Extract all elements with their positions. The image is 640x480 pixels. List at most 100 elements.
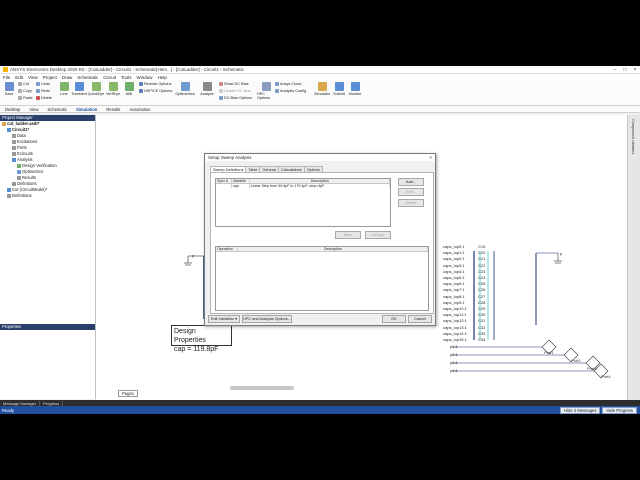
dc-bias-options-button[interactable]: DC Bias Options <box>219 96 252 100</box>
tab-simulation[interactable]: Simulation <box>76 107 97 112</box>
part-label[interactable]: caps_lop11:1 <box>443 312 467 317</box>
hpc-icon <box>261 82 271 91</box>
save-button[interactable]: Save <box>2 82 16 96</box>
simulator-icon <box>317 82 327 91</box>
folder-icon <box>12 145 16 150</box>
part-label[interactable]: caps_lop4:1 <box>443 269 465 274</box>
remote-options-button[interactable]: Remote Options <box>139 82 171 86</box>
part-label[interactable]: caps_lop8:1 <box>443 294 465 299</box>
verifeye-button[interactable]: VerifEye <box>106 82 120 96</box>
menu-circuit[interactable]: Circuit <box>103 75 116 80</box>
part-label[interactable]: caps_lop12:1 <box>443 318 467 323</box>
tab-schematic[interactable]: Schematic <box>47 107 67 112</box>
delete-button[interactable]: Delete <box>36 96 52 100</box>
port-net-label[interactable]: p3:1 <box>450 360 458 365</box>
copy-button[interactable]: Copy <box>18 89 32 93</box>
menu-file[interactable]: File <box>3 75 10 80</box>
components-sidebar[interactable]: Component Libraries <box>627 115 640 400</box>
close-icon[interactable]: × <box>630 67 640 73</box>
hspice-options-button[interactable]: HSPICE Options <box>139 89 172 93</box>
redo-button[interactable]: Redo <box>36 89 50 93</box>
status-bar: Ready Hide 4 Messages Hide Progress <box>0 406 640 414</box>
part-label[interactable]: caps_lop10:1 <box>443 306 467 311</box>
hpc-options-button[interactable]: HPC and Analysis Options... <box>242 315 292 323</box>
paste-button[interactable]: Paste <box>18 96 33 100</box>
part-label[interactable]: caps_lop6:1 <box>443 281 465 286</box>
horizontal-scrollbar[interactable] <box>230 386 294 390</box>
part-label[interactable]: caps_lop9:1 <box>443 300 465 305</box>
part-label[interactable]: caps_lop7:1 <box>443 287 465 292</box>
hspice-icon <box>139 89 143 93</box>
options-icon <box>219 96 223 100</box>
tab-automation[interactable]: Automation <box>129 107 150 112</box>
quickeye-button[interactable]: QuickEye <box>88 82 104 96</box>
table-row[interactable]: cap Linear Step from 59.6pF to 179.4pF, … <box>216 184 390 188</box>
part-label[interactable]: caps_lop15:1 <box>443 337 467 342</box>
port-net-label[interactable]: p1:1 <box>450 344 458 349</box>
part-label[interactable]: caps_lop14:1 <box>443 331 467 336</box>
capacitor-label: C31 <box>478 318 486 324</box>
edit-button[interactable]: Edit... <box>398 188 424 196</box>
menu-tools[interactable]: Tools <box>121 75 132 80</box>
unsync-button[interactable]: UnSync <box>365 231 391 239</box>
add-button[interactable]: Add... <box>398 178 424 186</box>
analysis-config-button[interactable]: Analysis Config <box>275 89 306 93</box>
tab-progress[interactable]: Progress <box>40 400 64 406</box>
port-net-label[interactable]: p4:1 <box>450 368 458 373</box>
simulator-button[interactable]: Simulator <box>314 82 330 96</box>
sweep-analysis-dialog: Setup Sweep Analysis × Sweep Definitions… <box>204 153 436 326</box>
sync-button[interactable]: Sync <box>335 231 361 239</box>
show-dc-bias-button[interactable]: Show DC Bias <box>219 82 248 86</box>
part-label[interactable]: caps_lop13:1 <box>443 325 467 330</box>
part-label[interactable]: caps_lop5:1 <box>443 275 465 280</box>
minimize-icon[interactable]: – <box>610 67 620 73</box>
ami-button[interactable]: AMI <box>122 82 136 96</box>
line-button[interactable]: Line <box>57 82 71 96</box>
optimetrics-button[interactable]: Optimetrics <box>175 82 195 96</box>
part-label[interactable]: caps_lop2:1 <box>443 256 465 261</box>
analyze-button[interactable]: Analyze <box>200 82 214 96</box>
submit-button[interactable]: Submit <box>332 82 346 96</box>
tab-results[interactable]: Results <box>106 107 120 112</box>
ok-button[interactable]: OK <box>382 315 406 323</box>
title-bar: ANSYS Electronics Desktop 2020 R2 - [Cut… <box>0 66 640 74</box>
transient-button[interactable]: Transient <box>71 82 87 96</box>
properties-title: Properties <box>0 324 95 330</box>
monitor-icon <box>350 82 360 91</box>
menu-window[interactable]: Window <box>137 75 153 80</box>
edit-variables-button[interactable]: Edit Variables ▾ <box>208 315 240 323</box>
maximize-icon[interactable]: □ <box>620 67 630 73</box>
menu-project[interactable]: Project <box>43 75 57 80</box>
cut-button[interactable]: Cut <box>18 82 29 86</box>
copy-icon <box>18 89 22 93</box>
undo-button[interactable]: Undo <box>36 82 50 86</box>
menu-help[interactable]: Help <box>158 75 167 80</box>
monitor-button[interactable]: Monitor <box>348 82 362 96</box>
ansys-cloud-select[interactable]: Ansys Cloud <box>275 82 301 86</box>
part-label[interactable]: caps_lop3:1 <box>443 263 465 268</box>
menu-view[interactable]: View <box>28 75 38 80</box>
menu-draw[interactable]: Draw <box>62 75 73 80</box>
page-tab[interactable]: Page1 <box>118 390 139 397</box>
capacitor-label: C22 <box>478 262 486 268</box>
part-label[interactable]: caps_lop0:1 <box>443 244 465 249</box>
update-dc-bias-button[interactable]: Update DC Bias <box>219 89 251 93</box>
operations-table: Operation Description <box>215 246 429 311</box>
tree-item-definitions-2[interactable]: Definitions <box>0 193 95 199</box>
status-text: Ready <box>2 407 15 413</box>
cancel-button[interactable]: Cancel <box>408 315 432 323</box>
menu-schematic[interactable]: Schematic <box>77 75 98 80</box>
tab-view[interactable]: View <box>29 107 38 112</box>
hpc-options-button[interactable]: HPC Options <box>257 82 275 100</box>
status-area: Message Manager Progress Ready Hide 4 Me… <box>0 400 640 414</box>
capacitor-label: C25 <box>478 281 486 287</box>
hide-progress-button[interactable]: Hide Progress <box>602 406 637 414</box>
delete-button[interactable]: Delete <box>398 199 424 207</box>
close-icon[interactable]: × <box>429 154 432 161</box>
tab-desktop[interactable]: Desktop <box>5 107 20 112</box>
tab-message-manager[interactable]: Message Manager <box>0 400 41 406</box>
part-label[interactable]: caps_lop1:1 <box>443 250 465 255</box>
hide-messages-button[interactable]: Hide 4 Messages <box>560 406 601 414</box>
menu-edit[interactable]: Edit <box>15 75 23 80</box>
port-net-label[interactable]: p2:1 <box>450 352 458 357</box>
